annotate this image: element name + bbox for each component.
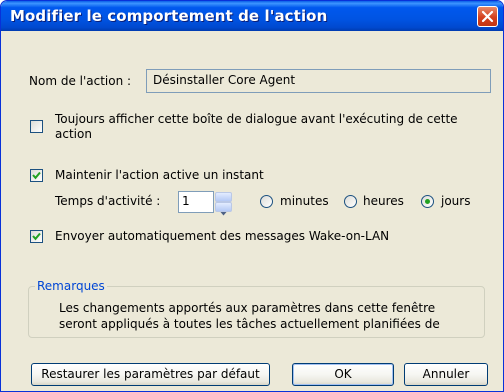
- spin-down-button[interactable]: [215, 202, 232, 216]
- activity-time-label: Temps d'activité :: [55, 194, 161, 208]
- wake-on-lan-label: Envoyer automatiquement des messages Wak…: [55, 229, 390, 243]
- action-name-field: Désinstaller Core Agent: [146, 69, 491, 93]
- radio-minutes-label: minutes: [280, 194, 329, 208]
- restore-defaults-button[interactable]: Restaurer les paramètres par défaut: [31, 363, 270, 386]
- checkmark-icon: [32, 232, 41, 241]
- dialog-body: Nom de l'action : Désinstaller Core Agen…: [4, 31, 500, 390]
- radio-hours-label: heures: [363, 194, 404, 208]
- always-show-dialog-label-line1: Toujours afficher cette boîte de dialogu…: [55, 112, 458, 126]
- remarks-text-line2: seront appliqués à toutes les tâches act…: [59, 317, 440, 331]
- close-button[interactable]: [477, 6, 498, 27]
- radio-hours[interactable]: [344, 195, 357, 208]
- radio-minutes[interactable]: [260, 195, 273, 208]
- activity-time-spinner: [215, 192, 232, 216]
- action-name-label: Nom de l'action :: [29, 74, 132, 88]
- spin-up-button[interactable]: [215, 192, 232, 206]
- remarks-text-line1: Les changements apportés aux paramètres …: [59, 301, 436, 315]
- keep-active-checkbox[interactable]: [30, 169, 43, 182]
- radio-days-label: jours: [441, 194, 471, 208]
- close-icon: [481, 10, 494, 23]
- window-title: Modifier le comportement de l'action: [10, 7, 328, 25]
- always-show-dialog-label-line2: action: [55, 127, 92, 141]
- radio-days[interactable]: [421, 195, 434, 208]
- radio-selected-dot: [425, 199, 430, 204]
- activity-time-input[interactable]: 1: [178, 191, 214, 213]
- wake-on-lan-checkbox[interactable]: [30, 230, 43, 243]
- title-bar[interactable]: Modifier le comportement de l'action: [1, 1, 503, 31]
- dialog-window: Modifier le comportement de l'action Nom…: [0, 0, 504, 392]
- remarks-title: Remarques: [35, 279, 107, 293]
- checkmark-icon: [32, 171, 41, 180]
- keep-active-label: Maintenir l'action active un instant: [55, 168, 264, 182]
- ok-button[interactable]: OK: [292, 363, 394, 386]
- always-show-dialog-checkbox[interactable]: [30, 120, 43, 133]
- cancel-button[interactable]: Annuler: [404, 363, 488, 386]
- arrow-down-icon: [220, 212, 227, 216]
